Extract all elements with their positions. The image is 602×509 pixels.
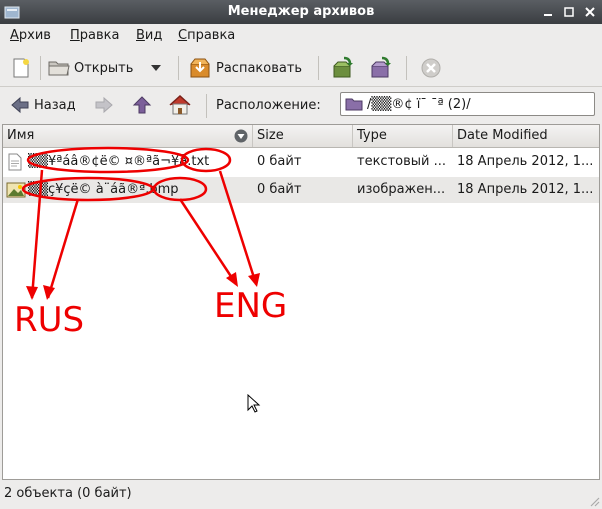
menu-help[interactable]: Справка: [178, 28, 235, 43]
file-size: 0 байт: [257, 154, 302, 169]
stop-icon: [421, 58, 441, 78]
column-header: Имя Size Type Date Modified: [3, 125, 599, 148]
folder-open-icon: [48, 61, 70, 76]
location-field[interactable]: /▒▒®¢ ï¯ ¯ª (2)/: [340, 92, 595, 116]
toolbar: Открыть Распаковать: [0, 50, 602, 87]
mouse-cursor-icon: [247, 394, 261, 413]
forward-button[interactable]: [94, 91, 114, 119]
close-icon: [585, 7, 595, 17]
open-dropdown-button[interactable]: [150, 54, 162, 82]
minimize-icon: [544, 14, 552, 16]
extract-button[interactable]: Распаковать: [188, 54, 302, 82]
column-date-modified[interactable]: Date Modified: [453, 125, 599, 147]
file-date: 18 Апрель 2012, 1...: [457, 182, 594, 197]
new-document-icon: [13, 58, 29, 78]
eng-annotation: ENG: [214, 286, 288, 326]
home-button[interactable]: [168, 91, 192, 119]
file-name: ▒▒¥ªáâ®¢ë© ¤®ªã¬¥­â.txt: [28, 154, 210, 169]
stop-button[interactable]: [420, 54, 442, 82]
maximize-icon: [564, 7, 574, 17]
location-label: Расположение:: [216, 97, 321, 113]
extract-label: Распаковать: [216, 60, 303, 76]
file-name: ▒▒ç¥çë© à¨áã­®ª.bmp: [28, 182, 179, 197]
add-folder-button[interactable]: [368, 54, 394, 82]
file-type: изображен...: [357, 182, 446, 197]
column-name[interactable]: Имя: [3, 125, 253, 147]
menu-bar: Архив Правка Вид Справка: [0, 24, 602, 48]
home-icon: [169, 94, 191, 115]
rus-annotation: RUS: [14, 300, 85, 340]
file-type: текстовый ...: [357, 154, 447, 169]
minimize-button[interactable]: [538, 2, 558, 22]
resize-grip-icon[interactable]: [588, 495, 600, 507]
navigation-bar: Назад Расположение: /▒▒®¢ ï¯ ¯ª (2)/: [0, 88, 602, 122]
folder-icon: [345, 98, 363, 111]
add-files-button[interactable]: [330, 54, 356, 82]
extract-box-icon: [190, 58, 210, 78]
file-list[interactable]: Имя Size Type Date Modified ▒▒¥ªáâ®¢ë© ¤…: [2, 124, 600, 480]
file-date: 18 Апрель 2012, 1...: [457, 154, 594, 169]
menu-view[interactable]: Вид: [136, 28, 162, 43]
title-bar: Менеджер архивов: [0, 0, 602, 24]
text-file-icon: [8, 153, 22, 171]
open-button[interactable]: Открыть: [48, 54, 133, 82]
image-file-icon: [6, 182, 26, 198]
table-row[interactable]: ▒▒ç¥çë© à¨áã­®ª.bmp 0 байт изображен... …: [3, 177, 599, 203]
arrow-left-icon: [11, 96, 29, 114]
new-archive-button[interactable]: [10, 54, 32, 82]
file-size: 0 байт: [257, 182, 302, 197]
menu-archive[interactable]: Архив: [10, 28, 51, 43]
back-button[interactable]: Назад: [10, 91, 76, 119]
chevron-down-icon: [151, 65, 161, 71]
column-size[interactable]: Size: [253, 125, 353, 147]
add-files-icon: [333, 56, 353, 78]
table-row[interactable]: ▒▒¥ªáâ®¢ë© ¤®ªã¬¥­â.txt 0 байт текстовый…: [3, 149, 599, 175]
arrow-up-icon: [132, 96, 152, 114]
window-title: Менеджер архивов: [227, 4, 375, 19]
menu-edit[interactable]: Правка: [70, 28, 119, 43]
arrow-right-icon: [95, 96, 113, 114]
add-folder-icon: [371, 56, 391, 78]
back-label: Назад: [34, 97, 76, 113]
sort-down-icon: [234, 129, 248, 143]
location-path: /▒▒®¢ ï¯ ¯ª (2)/: [367, 96, 471, 112]
close-window-button[interactable]: [580, 2, 600, 22]
column-type[interactable]: Type: [353, 125, 453, 147]
open-label: Открыть: [74, 60, 134, 76]
up-button[interactable]: [132, 91, 152, 119]
status-text: 2 объекта (0 байт): [4, 486, 132, 501]
status-bar: 2 объекта (0 байт): [0, 482, 602, 509]
maximize-button[interactable]: [559, 2, 579, 22]
